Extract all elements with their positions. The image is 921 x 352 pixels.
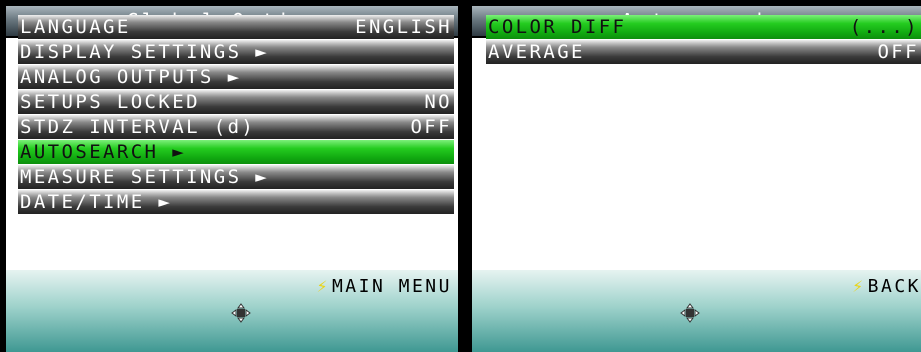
menu-item-display-settings[interactable]: DISPLAY SETTINGS ► [18, 40, 454, 65]
menu-item-analog-outputs[interactable]: ANALOG OUTPUTS ► [18, 65, 454, 90]
softkey-label: MAIN MENU [331, 276, 452, 297]
menu-item-autosearch[interactable]: AUTOSEARCH ► [18, 140, 454, 165]
menu-item-value: OFF [877, 41, 919, 63]
autosearch-panel: Autosearch COLOR DIFF (...) AVERAGE OFF … [470, 0, 921, 352]
menu-item-label: AVERAGE [488, 41, 585, 63]
softkey-bar: ⚡ BACK [472, 270, 921, 352]
menu-item-label: ANALOG OUTPUTS ► [20, 66, 242, 88]
menu-item-label: DISPLAY SETTINGS ► [20, 41, 270, 63]
global-options-panel: Global Options LANGUAGE ENGLISH DISPLAY … [0, 0, 464, 352]
menu-area [472, 38, 921, 270]
menu-item-label: STDZ INTERVAL (d) [20, 116, 256, 138]
menu-item-label: AUTOSEARCH ► [20, 141, 187, 163]
menu-item-stdz-interval[interactable]: STDZ INTERVAL (d) OFF [18, 115, 454, 140]
menu-item-label: MEASURE SETTINGS ► [20, 166, 270, 188]
menu-item-average[interactable]: AVERAGE OFF [486, 40, 921, 65]
dpad-icon [231, 303, 251, 323]
menu-item-label: COLOR DIFF [488, 16, 627, 38]
menu-item-date-time[interactable]: DATE/TIME ► [18, 190, 454, 215]
options-menu: LANGUAGE ENGLISH DISPLAY SETTINGS ► ANAL… [18, 15, 454, 215]
menu-item-value: OFF [410, 116, 452, 138]
autosearch-menu: COLOR DIFF (...) AVERAGE OFF [486, 15, 921, 65]
softkey-bar: ⚡ MAIN MENU [6, 270, 458, 352]
menu-item-setups-locked[interactable]: SETUPS LOCKED NO [18, 90, 454, 115]
menu-item-label: SETUPS LOCKED [20, 91, 200, 113]
menu-item-label: DATE/TIME ► [20, 191, 173, 213]
back-softkey[interactable]: ⚡ BACK [852, 276, 921, 297]
menu-item-language[interactable]: LANGUAGE ENGLISH [18, 15, 454, 40]
lightning-icon: ⚡ [852, 276, 866, 297]
main-menu-softkey[interactable]: ⚡ MAIN MENU [317, 276, 452, 297]
lightning-icon: ⚡ [316, 276, 330, 297]
menu-item-value: ENGLISH [355, 16, 452, 38]
menu-item-label: LANGUAGE [20, 16, 131, 38]
softkey-label: BACK [867, 276, 921, 297]
menu-item-measure-settings[interactable]: MEASURE SETTINGS ► [18, 165, 454, 190]
menu-item-value: (...) [849, 16, 919, 38]
dpad-icon [680, 303, 700, 323]
menu-item-value: NO [424, 91, 452, 113]
menu-item-color-diff[interactable]: COLOR DIFF (...) [486, 15, 921, 40]
